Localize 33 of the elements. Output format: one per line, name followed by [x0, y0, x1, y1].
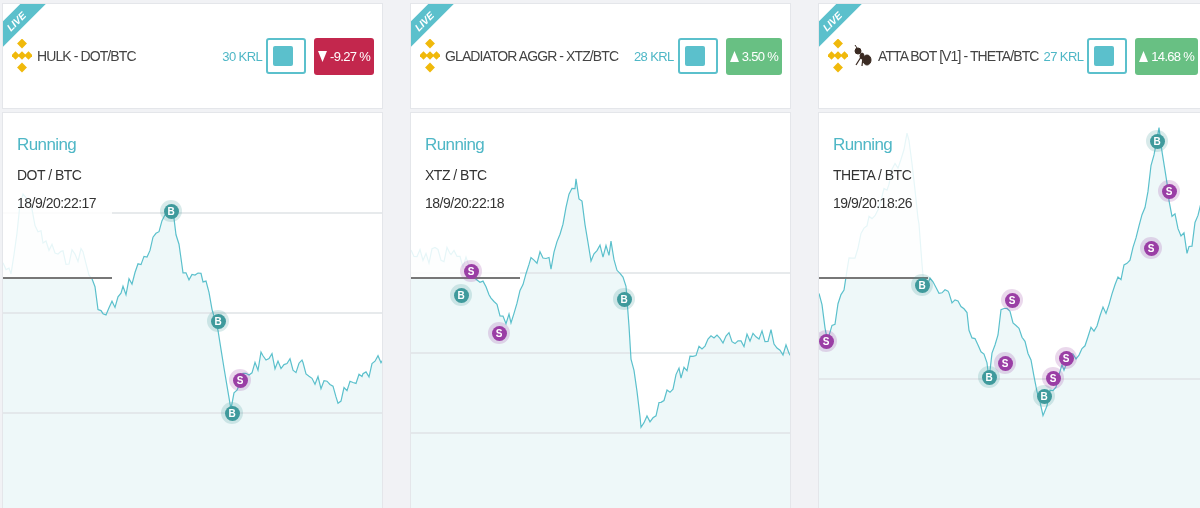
toggle-switch[interactable]	[677, 38, 718, 74]
pair-label: THETA / BTC	[833, 167, 913, 183]
status-label: Running	[17, 135, 78, 155]
toggle-switch[interactable]	[1087, 38, 1128, 74]
timestamp: 18/9/20:22:17	[17, 195, 98, 211]
down-triangle-icon	[318, 50, 328, 62]
pair-label: DOT / BTC	[17, 167, 83, 183]
trade-marker: B	[163, 203, 179, 219]
timestamp: 19/9/20:18:26	[833, 195, 914, 211]
bot-title: ATTA BOT [V1] - THETA/BTC	[878, 48, 1039, 64]
toggle-switch[interactable]	[266, 38, 307, 74]
bot-title: HULK - DOT/BTC	[37, 48, 136, 64]
timestamp: 18/9/20:22:18	[425, 195, 506, 211]
trade-marker: S	[1058, 350, 1074, 366]
change-badge: 14.68 %	[1135, 37, 1199, 75]
diamond-logo-icon	[420, 39, 440, 73]
trade-marker: S	[232, 372, 248, 388]
change-badge: 3.50 %	[725, 37, 782, 75]
change-badge: -9.27 %	[314, 37, 374, 75]
bot-title: GLADIATOR AGGR - XTZ/BTC	[445, 48, 619, 64]
up-triangle-icon	[729, 50, 739, 62]
diamond-logo-icon	[828, 39, 848, 73]
status-label: Running	[425, 135, 486, 155]
trade-marker: S	[1004, 292, 1020, 308]
trade-marker: B	[1149, 133, 1165, 149]
pair-label: XTZ / BTC	[425, 167, 488, 183]
trade-marker: S	[1045, 370, 1061, 386]
price-label: 28 KRL	[633, 48, 674, 64]
price-label: 27 KRL	[1043, 48, 1084, 64]
up-triangle-icon	[1139, 50, 1149, 62]
price-label: 30 KRL	[222, 48, 263, 64]
diamond-logo-icon	[12, 39, 32, 73]
status-label: Running	[833, 135, 894, 155]
